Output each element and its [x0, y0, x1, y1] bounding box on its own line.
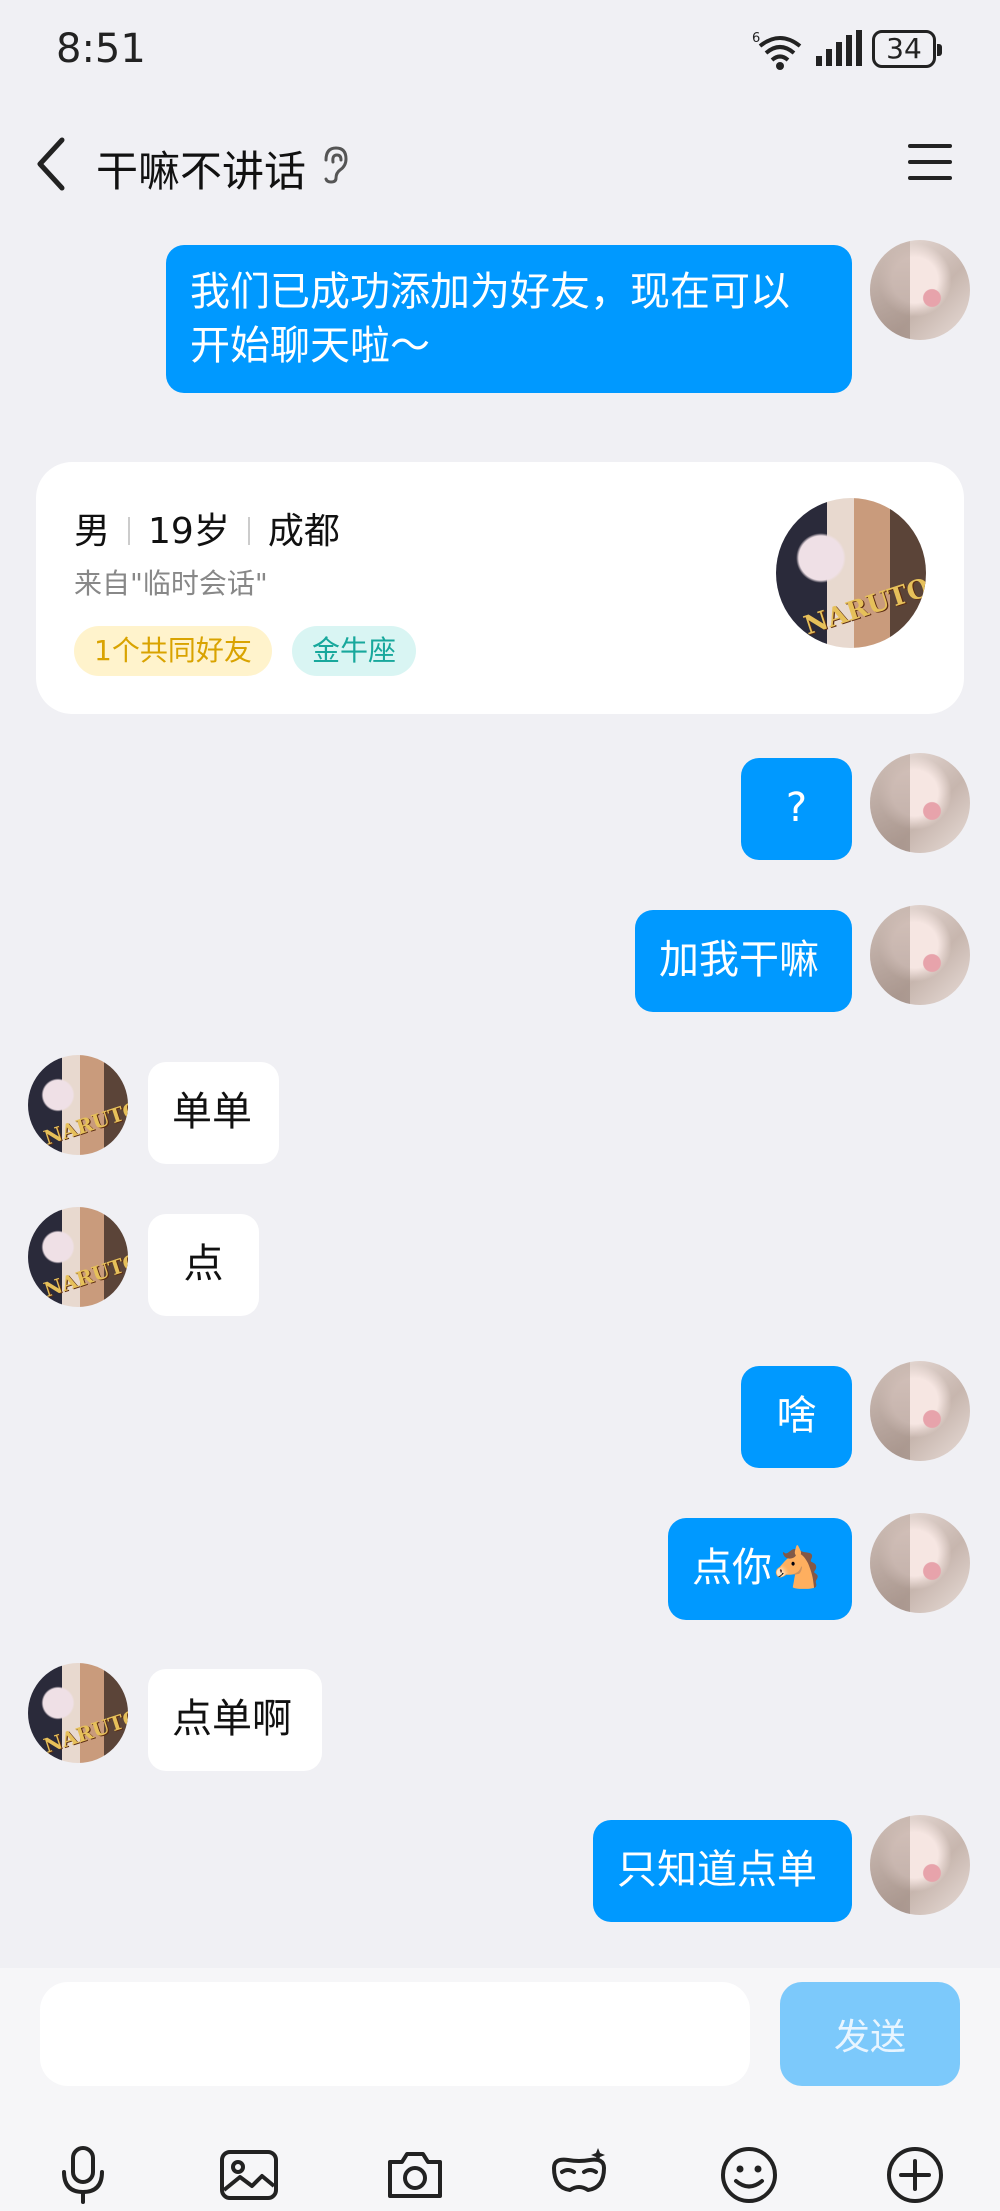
- emoji-icon[interactable]: [718, 2144, 780, 2206]
- profile-avatar[interactable]: NARUTO: [776, 498, 926, 648]
- tag-zodiac[interactable]: 金牛座: [292, 626, 417, 676]
- message-text-line: 开始聊天啦～: [190, 323, 430, 369]
- battery-indicator: 34: [872, 30, 942, 68]
- avatar-friend[interactable]: NARUTO: [28, 1055, 128, 1155]
- message-bubble-incoming[interactable]: 点单啊: [148, 1669, 322, 1771]
- clock: 8:51: [56, 26, 146, 72]
- message-bubble-outgoing[interactable]: 点你🐴: [668, 1518, 852, 1620]
- divider: [247, 517, 250, 545]
- chat-title[interactable]: 干嘛不讲话: [96, 138, 306, 199]
- send-button[interactable]: 发送: [780, 1982, 960, 2086]
- profile-city: 成都: [267, 511, 340, 552]
- wifi-icon: 6: [752, 31, 802, 70]
- avatar-self[interactable]: [870, 240, 970, 340]
- message-bubble-outgoing[interactable]: ?: [741, 758, 852, 860]
- ear-icon[interactable]: [318, 144, 350, 184]
- avatar-self[interactable]: [870, 1361, 970, 1461]
- microphone-icon[interactable]: [52, 2144, 114, 2206]
- profile-age: 19岁: [148, 511, 230, 552]
- back-arrow-icon[interactable]: [34, 136, 68, 192]
- composer: 发送: [0, 1968, 1000, 2211]
- avatar-self[interactable]: [870, 1513, 970, 1613]
- menu-icon[interactable]: [906, 140, 954, 184]
- avatar-self[interactable]: [870, 753, 970, 853]
- message-bubble-outgoing[interactable]: 只知道点单: [593, 1820, 852, 1922]
- signal-icon: [816, 30, 862, 66]
- divider: [128, 517, 131, 545]
- avatar-friend[interactable]: NARUTO: [28, 1207, 128, 1307]
- tag-mutual-friends[interactable]: 1个共同好友: [74, 626, 272, 676]
- status-bar: 8:51 6 34: [0, 0, 1000, 100]
- message-text-line: 我们已成功添加为好友，现在可以: [190, 269, 790, 315]
- profile-source: 来自"临时会话": [74, 567, 268, 600]
- profile-gender: 男: [74, 511, 111, 552]
- chat-header: 干嘛不讲话: [0, 110, 1000, 220]
- avatar-self[interactable]: [870, 1815, 970, 1915]
- profile-info: 男 19岁 成都: [74, 502, 340, 554]
- message-bubble-incoming[interactable]: 单单: [148, 1062, 279, 1164]
- avatar-logo-text: NARUTO: [40, 1248, 128, 1302]
- message-bubble-outgoing[interactable]: 加我干嘛: [635, 910, 852, 1012]
- avatar-logo-text: NARUTO: [40, 1704, 128, 1758]
- camera-icon[interactable]: [384, 2144, 446, 2206]
- avatar-logo-text: NARUTO: [40, 1096, 128, 1150]
- message-input[interactable]: [40, 1982, 750, 2086]
- image-icon[interactable]: [218, 2144, 280, 2206]
- message-bubble-incoming[interactable]: 点: [148, 1214, 259, 1316]
- avatar-logo-text: NARUTO: [800, 572, 926, 642]
- message-bubble-outgoing[interactable]: 啥: [741, 1366, 852, 1468]
- profile-card[interactable]: 男 19岁 成都 来自"临时会话" 1个共同好友 金牛座 NARUTO: [36, 462, 964, 714]
- plus-icon[interactable]: [884, 2144, 946, 2206]
- avatar-friend[interactable]: NARUTO: [28, 1663, 128, 1763]
- message-bubble-outgoing[interactable]: 我们已成功添加为好友，现在可以 开始聊天啦～: [166, 245, 852, 393]
- network-label: 6: [752, 31, 760, 46]
- mask-icon[interactable]: [548, 2144, 610, 2206]
- avatar-self[interactable]: [870, 905, 970, 1005]
